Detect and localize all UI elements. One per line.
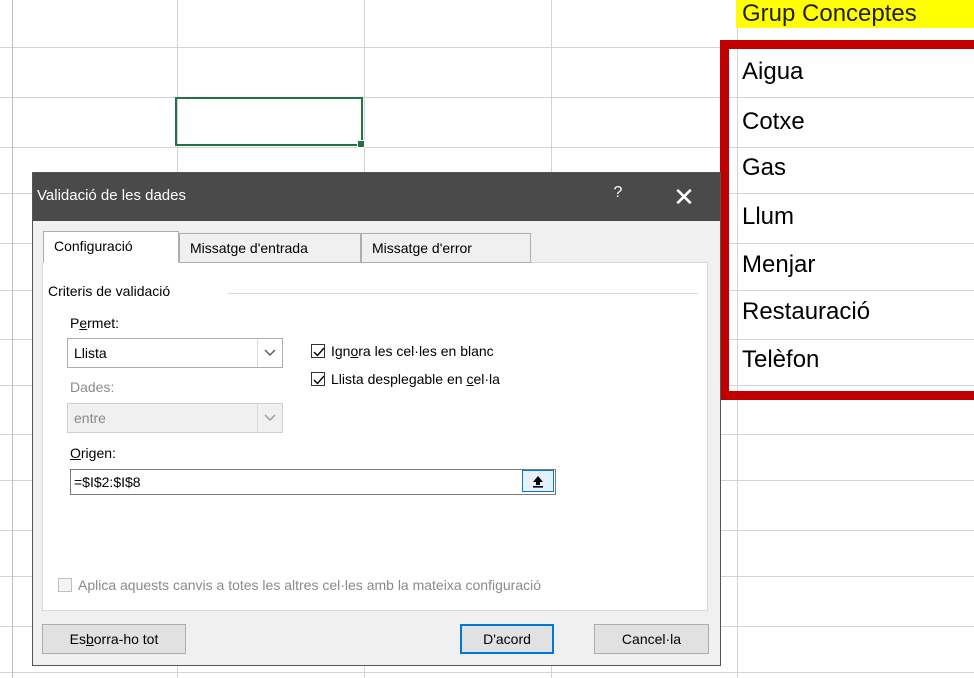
ignore-blank-checkbox-row[interactable]: Ignora les cel·les en blanc xyxy=(311,343,494,359)
dropdown-checkbox-row[interactable]: Llista desplegable en cel·la xyxy=(311,371,500,387)
upload-arrow-icon xyxy=(533,476,543,488)
permet-select-value: Llista xyxy=(74,345,107,361)
chevron-down-icon xyxy=(257,404,282,432)
permet-select[interactable]: Llista xyxy=(67,338,283,368)
dialog-titlebar[interactable]: Validació de les dades ? ✕ xyxy=(33,173,720,221)
help-icon[interactable]: ? xyxy=(608,184,628,202)
origen-label: Origen: xyxy=(70,445,116,461)
dades-label-text: Dades: xyxy=(70,379,115,395)
apply-all-checkbox-row: Aplica aquests canvis a totes les altres… xyxy=(58,577,541,593)
apply-all-checkbox xyxy=(58,578,72,592)
group-label: Criteris de validació xyxy=(48,283,177,299)
dropdown-checkbox[interactable] xyxy=(311,372,325,386)
dades-select-value: entre xyxy=(74,410,106,426)
collapse-dialog-button[interactable] xyxy=(522,470,554,492)
cancel-button[interactable]: Cancel·la xyxy=(594,624,709,654)
clear-all-button[interactable]: Esborra-ho tot xyxy=(42,624,186,654)
close-icon[interactable]: ✕ xyxy=(669,179,699,215)
apply-all-label: Aplica aquests canvis a totes les altres… xyxy=(78,577,541,593)
checkmark-icon xyxy=(313,347,325,357)
data-validation-dialog: Validació de les dades ? ✕ Configuració … xyxy=(32,172,721,666)
tab-missatge-entrada[interactable]: Missatge d'entrada xyxy=(179,233,361,263)
tab-missatge-error[interactable]: Missatge d'error xyxy=(361,233,531,263)
dades-select: entre xyxy=(67,403,283,433)
ok-button[interactable]: D'acord xyxy=(460,624,554,654)
origen-input[interactable]: =$I$2:$I$8 xyxy=(70,469,556,495)
ignore-blank-checkbox[interactable] xyxy=(311,344,325,358)
tab-configuracio[interactable]: Configuració xyxy=(43,231,179,263)
dropdown-label: Llista desplegable en cel·la xyxy=(331,371,500,387)
group-divider xyxy=(228,293,698,294)
tab-panel xyxy=(42,262,708,611)
ignore-blank-label: Ignora les cel·les en blanc xyxy=(331,343,494,359)
chevron-down-icon[interactable] xyxy=(257,339,282,367)
dialog-title: Validació de les dades xyxy=(37,187,186,204)
permet-label: Permet: xyxy=(70,315,120,331)
checkmark-icon xyxy=(313,375,325,385)
